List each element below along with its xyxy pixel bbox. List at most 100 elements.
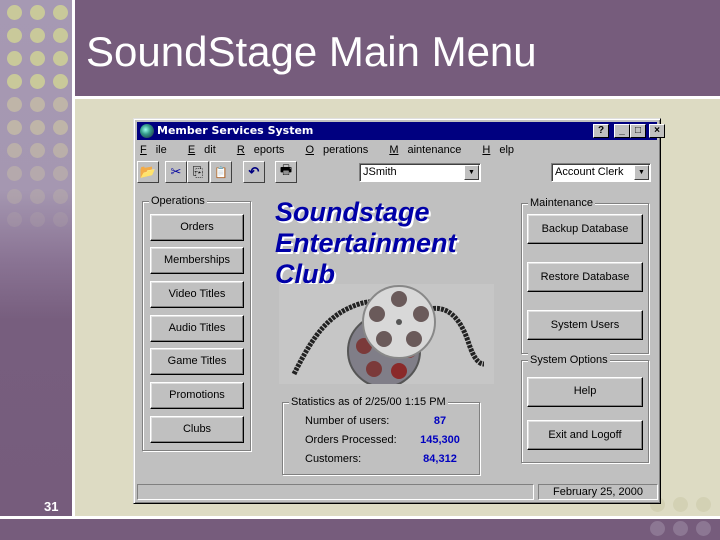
print-button[interactable]: 🖶 bbox=[275, 161, 297, 183]
decorative-dot bbox=[696, 521, 711, 536]
stat-orders-value: 145,300 bbox=[420, 434, 460, 446]
restore-database-button[interactable]: Restore Database bbox=[527, 262, 643, 292]
memberships-button[interactable]: Memberships bbox=[150, 247, 244, 274]
game-titles-button[interactable]: Game Titles bbox=[150, 348, 244, 375]
undo-button[interactable]: ↶ bbox=[243, 161, 265, 183]
logo-line-2: Entertainment bbox=[275, 228, 457, 258]
app-icon bbox=[140, 124, 154, 138]
slide-bottom-bar bbox=[0, 519, 720, 540]
menu-help[interactable]: Help bbox=[482, 144, 523, 156]
status-date: February 25, 2000 bbox=[538, 484, 658, 500]
decorative-dot bbox=[7, 166, 22, 181]
decorative-dot bbox=[7, 97, 22, 112]
decorative-dot bbox=[7, 74, 22, 89]
menu-edit[interactable]: Edit bbox=[188, 144, 225, 156]
decorative-dot bbox=[696, 497, 711, 512]
decorative-dot bbox=[30, 120, 45, 135]
page-title: SoundStage Main Menu bbox=[86, 28, 537, 75]
decorative-dot bbox=[7, 51, 22, 66]
paste-icon: 📋 bbox=[214, 166, 228, 179]
orders-button[interactable]: Orders bbox=[150, 214, 244, 241]
statistics-group: Statistics as of 2/25/00 1:15 PM Number … bbox=[282, 395, 480, 475]
decorative-dot bbox=[53, 120, 68, 135]
open-button[interactable]: 📂 bbox=[137, 161, 159, 183]
role-combo[interactable]: Account Clerk ▼ bbox=[551, 163, 651, 182]
window-title-bar[interactable]: Member Services System ? _ □ × bbox=[137, 122, 665, 140]
paste-button[interactable]: 📋 bbox=[210, 161, 232, 183]
decorative-dot bbox=[30, 189, 45, 204]
club-logo: Soundstage Entertainment Club bbox=[275, 197, 457, 290]
decorative-dot bbox=[673, 497, 688, 512]
decorative-dot bbox=[7, 120, 22, 135]
decorative-dot bbox=[30, 143, 45, 158]
decorative-dot bbox=[30, 97, 45, 112]
user-combo-dropdown-icon[interactable]: ▼ bbox=[464, 165, 479, 180]
decorative-dot bbox=[53, 143, 68, 158]
menu-bar: File Edit Reports Operations Maintenance… bbox=[140, 141, 532, 159]
promotions-button[interactable]: Promotions bbox=[150, 382, 244, 409]
stat-users-value: 87 bbox=[433, 415, 447, 427]
decorative-dot bbox=[7, 143, 22, 158]
minimize-button[interactable]: _ bbox=[614, 124, 630, 138]
window-title: Member Services System bbox=[157, 124, 314, 137]
decorative-dot bbox=[30, 5, 45, 20]
decorative-dot bbox=[30, 212, 45, 227]
decorative-dot bbox=[53, 5, 68, 20]
decorative-dot bbox=[53, 166, 68, 181]
decorative-dot bbox=[53, 28, 68, 43]
front-reel bbox=[362, 285, 436, 359]
undo-icon: ↶ bbox=[248, 164, 260, 179]
decorative-dot bbox=[7, 189, 22, 204]
exit-and-logoff-button[interactable]: Exit and Logoff bbox=[527, 420, 643, 450]
decorative-dot bbox=[53, 97, 68, 112]
video-titles-button[interactable]: Video Titles bbox=[150, 281, 244, 308]
decorative-dot bbox=[53, 51, 68, 66]
role-combo-dropdown-icon[interactable]: ▼ bbox=[634, 165, 649, 180]
status-bar: February 25, 2000 bbox=[137, 484, 658, 500]
clubs-button[interactable]: Clubs bbox=[150, 416, 244, 443]
system-options-group-label: System Options bbox=[528, 353, 610, 367]
user-combo[interactable]: JSmith ▼ bbox=[359, 163, 481, 182]
stat-orders-label: Orders Processed: bbox=[305, 434, 397, 446]
member-services-window: Member Services System ? _ □ × File Edit… bbox=[133, 118, 665, 504]
role-combo-value: Account Clerk bbox=[555, 166, 624, 178]
logo-line-1: Soundstage bbox=[275, 197, 430, 227]
stat-customers-value: 84,312 bbox=[423, 453, 457, 465]
print-icon: 🖶 bbox=[279, 162, 293, 177]
decorative-dot bbox=[30, 74, 45, 89]
decorative-dot bbox=[673, 521, 688, 536]
help-button[interactable]: Help bbox=[527, 377, 643, 407]
copy-icon: ⎘ bbox=[192, 164, 204, 179]
help-title-button[interactable]: ? bbox=[593, 124, 609, 138]
user-combo-value: JSmith bbox=[363, 166, 397, 178]
statistics-label: Statistics as of 2/25/00 1:15 PM bbox=[289, 395, 448, 409]
menu-maintenance[interactable]: Maintenance bbox=[389, 144, 470, 156]
decorative-dot bbox=[30, 166, 45, 181]
decorative-dot bbox=[7, 5, 22, 20]
decorative-dot bbox=[30, 51, 45, 66]
operations-group-label: Operations bbox=[149, 194, 207, 208]
decorative-dot bbox=[53, 74, 68, 89]
film-reels-image bbox=[279, 284, 494, 384]
maintenance-group-label: Maintenance bbox=[528, 196, 595, 210]
cut-button[interactable]: ✂ bbox=[165, 161, 187, 183]
stat-customers-label: Customers: bbox=[305, 453, 362, 465]
decorative-dot bbox=[7, 212, 22, 227]
open-icon: 📂 bbox=[139, 164, 157, 179]
decorative-dot bbox=[650, 521, 665, 536]
slide-number: 31 bbox=[44, 499, 59, 514]
backup-database-button[interactable]: Backup Database bbox=[527, 214, 643, 244]
close-button[interactable]: × bbox=[649, 124, 665, 138]
menu-reports[interactable]: Reports bbox=[237, 144, 294, 156]
copy-button[interactable]: ⎘ bbox=[187, 161, 209, 183]
system-users-button[interactable]: System Users bbox=[527, 310, 643, 340]
cut-icon: ✂ bbox=[170, 164, 182, 179]
status-pane-main bbox=[137, 484, 534, 500]
audio-titles-button[interactable]: Audio Titles bbox=[150, 315, 244, 342]
decorative-dot bbox=[7, 28, 22, 43]
stat-users-label: Number of users: bbox=[305, 415, 390, 427]
menu-operations[interactable]: Operations bbox=[305, 144, 377, 156]
maximize-button[interactable]: □ bbox=[630, 124, 646, 138]
decorative-dot bbox=[30, 28, 45, 43]
menu-file[interactable]: File bbox=[140, 144, 176, 156]
